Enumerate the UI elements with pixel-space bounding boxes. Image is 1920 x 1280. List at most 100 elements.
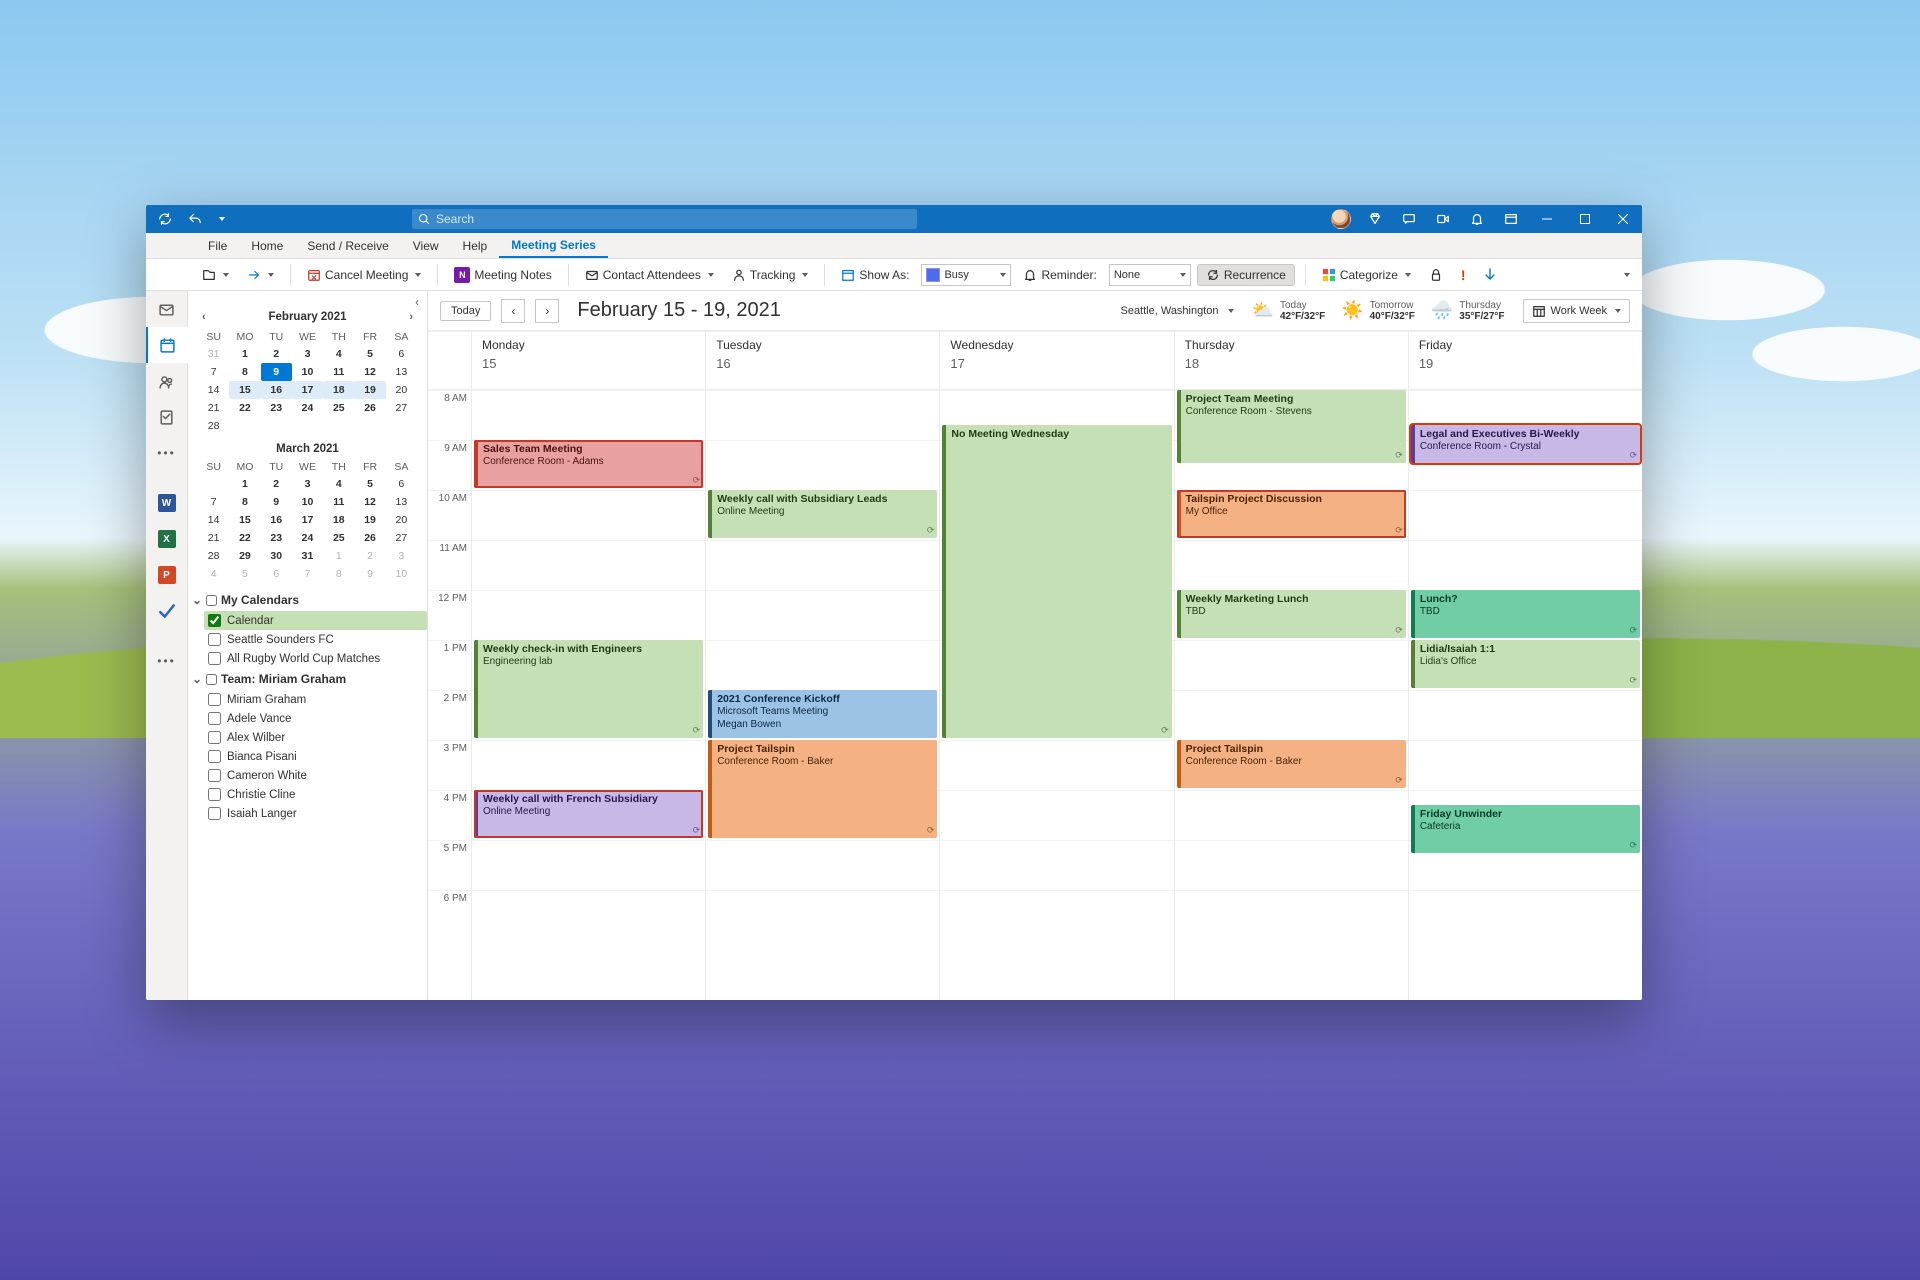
date-cell[interactable]: 10: [292, 363, 323, 381]
date-cell[interactable]: 27: [386, 529, 417, 547]
next-month-button[interactable]: ›: [405, 309, 417, 325]
show-as-combo[interactable]: Busy: [921, 264, 1011, 286]
tab-file[interactable]: File: [196, 233, 239, 258]
calendar-item[interactable]: Isaiah Langer: [204, 804, 427, 823]
date-cell[interactable]: 12: [354, 493, 385, 511]
calendar-checkbox[interactable]: [208, 652, 221, 665]
calendar-event[interactable]: Project Team MeetingConference Room - St…: [1177, 390, 1406, 463]
date-cell[interactable]: 28: [198, 547, 229, 565]
calendar-checkbox[interactable]: [208, 750, 221, 763]
date-cell[interactable]: 23: [261, 399, 292, 417]
date-cell[interactable]: 11: [323, 363, 354, 381]
calendar-item[interactable]: Adele Vance: [204, 709, 427, 728]
date-cell[interactable]: 28: [198, 417, 229, 435]
calendar-event[interactable]: 2021 Conference KickoffMicrosoft Teams M…: [708, 690, 937, 738]
group-checkbox[interactable]: [206, 674, 217, 685]
panel-icon[interactable]: [1494, 205, 1528, 233]
date-cell[interactable]: 10: [292, 493, 323, 511]
date-cell[interactable]: 14: [198, 381, 229, 399]
date-cell[interactable]: 5: [354, 475, 385, 493]
date-cell[interactable]: 5: [354, 345, 385, 363]
forward-dropdown[interactable]: [241, 265, 280, 285]
qat-dropdown-icon[interactable]: [212, 205, 228, 233]
meeting-notes-button[interactable]: NMeeting Notes: [448, 264, 557, 286]
date-cell[interactable]: 6: [261, 565, 292, 583]
date-cell[interactable]: 31: [198, 345, 229, 363]
calendar-item[interactable]: Miriam Graham: [204, 690, 427, 709]
sync-icon[interactable]: [152, 205, 178, 233]
day-column[interactable]: Tuesday16Weekly call with Subsidiary Lea…: [706, 332, 940, 1000]
calendar-event[interactable]: Weekly call with Subsidiary LeadsOnline …: [708, 490, 937, 538]
date-cell[interactable]: 3: [292, 345, 323, 363]
high-importance-button[interactable]: !: [1455, 264, 1472, 286]
date-cell[interactable]: 15: [229, 511, 260, 529]
calendar-item[interactable]: All Rugby World Cup Matches: [204, 649, 427, 668]
date-cell[interactable]: 15: [229, 381, 260, 399]
chevron-down-icon[interactable]: ⌄: [192, 593, 202, 607]
calendar-checkbox[interactable]: [208, 731, 221, 744]
tracking-button[interactable]: Tracking: [726, 265, 815, 285]
calendar-checkbox[interactable]: [208, 788, 221, 801]
date-cell[interactable]: 26: [354, 529, 385, 547]
private-button[interactable]: [1423, 265, 1449, 285]
cancel-meeting-button[interactable]: Cancel Meeting: [301, 265, 427, 285]
tab-view[interactable]: View: [401, 233, 451, 258]
date-cell[interactable]: 23: [261, 529, 292, 547]
tasks-icon[interactable]: [146, 399, 188, 435]
weather-day[interactable]: ⛅Today42°F/32°F: [1252, 300, 1326, 322]
date-cell[interactable]: 13: [386, 493, 417, 511]
date-cell[interactable]: 17: [292, 511, 323, 529]
date-cell[interactable]: 22: [229, 399, 260, 417]
contact-attendees-button[interactable]: Contact Attendees: [579, 265, 720, 285]
date-cell[interactable]: 14: [198, 511, 229, 529]
low-importance-button[interactable]: [1478, 265, 1502, 285]
day-column[interactable]: Monday15Sales Team MeetingConference Roo…: [472, 332, 706, 1000]
excel-icon[interactable]: X: [146, 521, 188, 557]
calendar-checkbox[interactable]: [208, 712, 221, 725]
date-cell[interactable]: 2: [261, 475, 292, 493]
calendar-item[interactable]: Seattle Sounders FC: [204, 630, 427, 649]
date-cell[interactable]: 7: [292, 565, 323, 583]
date-cell[interactable]: 2: [354, 547, 385, 565]
calendar-item[interactable]: Cameron White: [204, 766, 427, 785]
more-apps-icon[interactable]: •••: [146, 643, 188, 679]
date-cell[interactable]: 25: [323, 529, 354, 547]
calendar-event[interactable]: Weekly check-in with EngineersEngineerin…: [474, 640, 703, 738]
open-dropdown[interactable]: [196, 265, 235, 285]
date-cell[interactable]: 20: [386, 381, 417, 399]
date-cell[interactable]: 4: [323, 475, 354, 493]
bell-icon[interactable]: [1460, 205, 1494, 233]
date-cell[interactable]: 19: [354, 511, 385, 529]
calendar-event[interactable]: Tailspin Project DiscussionMy Office⟳: [1177, 490, 1406, 538]
calendar-event[interactable]: Legal and Executives Bi-WeeklyConference…: [1411, 425, 1640, 463]
calendar-event[interactable]: Sales Team MeetingConference Room - Adam…: [474, 440, 703, 488]
calendar-event[interactable]: Weekly Marketing LunchTBD⟳: [1177, 590, 1406, 638]
calendar-icon[interactable]: [146, 327, 188, 363]
next-week-button[interactable]: ›: [535, 299, 559, 323]
date-cell[interactable]: 19: [354, 381, 385, 399]
tab-send-receive[interactable]: Send / Receive: [295, 233, 400, 258]
day-column[interactable]: Thursday18Project Team MeetingConference…: [1175, 332, 1409, 1000]
date-cell[interactable]: 6: [386, 345, 417, 363]
date-cell[interactable]: 25: [323, 399, 354, 417]
date-cell[interactable]: 22: [229, 529, 260, 547]
ribbon-collapse[interactable]: [1615, 270, 1636, 280]
date-cell[interactable]: 8: [229, 363, 260, 381]
reminder-combo[interactable]: None: [1109, 264, 1191, 286]
calendar-checkbox[interactable]: [208, 769, 221, 782]
mail-icon[interactable]: [146, 291, 188, 327]
calendar-event[interactable]: No Meeting Wednesday⟳: [942, 425, 1171, 738]
date-cell[interactable]: 6: [386, 475, 417, 493]
date-cell[interactable]: 4: [323, 345, 354, 363]
date-cell[interactable]: 17: [292, 381, 323, 399]
date-cell[interactable]: 29: [229, 547, 260, 565]
date-cell[interactable]: 13: [386, 363, 417, 381]
date-cell[interactable]: 24: [292, 529, 323, 547]
date-cell[interactable]: 1: [323, 547, 354, 565]
date-cell[interactable]: 21: [198, 529, 229, 547]
video-icon[interactable]: [1426, 205, 1460, 233]
chat-icon[interactable]: [1392, 205, 1426, 233]
date-cell[interactable]: 8: [323, 565, 354, 583]
date-cell[interactable]: 26: [354, 399, 385, 417]
date-cell[interactable]: 16: [261, 381, 292, 399]
